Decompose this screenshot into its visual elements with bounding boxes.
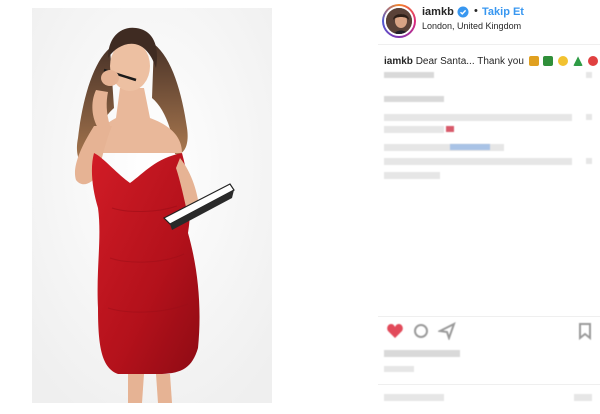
comment-like-icon[interactable] <box>586 72 592 78</box>
comment-line <box>384 126 444 133</box>
separator-dot: • <box>474 5 478 17</box>
comment-like-icon[interactable] <box>586 114 592 120</box>
avatar[interactable] <box>382 4 416 38</box>
heart-icon[interactable] <box>386 322 404 340</box>
share-icon[interactable] <box>436 321 456 342</box>
likes-count[interactable] <box>384 350 460 357</box>
actions-divider <box>378 316 600 317</box>
gift-emoji-icon <box>528 56 539 67</box>
follow-button[interactable]: Takip Et <box>482 6 524 18</box>
christmas-tree-emoji-icon <box>573 56 584 67</box>
comment-line <box>384 96 444 102</box>
comment-divider <box>378 384 600 385</box>
verified-badge-icon <box>457 5 469 18</box>
comment-emoji <box>446 126 454 132</box>
caption-author[interactable]: iamkb <box>384 56 413 67</box>
location-link[interactable]: London, United Kingdom <box>422 21 521 31</box>
avatar-photo <box>384 6 414 36</box>
comment-line <box>384 158 572 165</box>
comment-mention[interactable] <box>450 144 490 150</box>
header-divider <box>378 44 600 45</box>
post-header: iamkb • Takip Et London, United Kingdom <box>378 0 600 40</box>
santa-emoji-icon <box>587 56 598 67</box>
bookmark-icon[interactable] <box>576 322 594 341</box>
comment-line <box>384 172 440 179</box>
post-image[interactable] <box>32 8 272 403</box>
username-link[interactable]: iamkb <box>422 6 454 18</box>
action-bar <box>382 321 596 344</box>
photo-woman-red-dress <box>32 8 272 403</box>
laughing-emoji-icon <box>558 56 569 67</box>
caption-emojis <box>528 56 600 67</box>
caption-text: Dear Santa... Thank you <box>415 56 524 68</box>
post-timestamp <box>384 366 414 372</box>
post-caption: iamkb Dear Santa... Thank you <box>384 56 600 67</box>
holly-emoji-icon <box>543 56 554 67</box>
post-sidebar: iamkb • Takip Et London, United Kingdom … <box>378 0 600 414</box>
comment-line <box>384 72 434 78</box>
comment-icon[interactable] <box>412 322 430 340</box>
post-comment-button[interactable] <box>574 394 592 401</box>
add-comment-input[interactable] <box>384 394 444 401</box>
comment-line <box>384 114 572 121</box>
comment-like-icon[interactable] <box>586 158 592 164</box>
